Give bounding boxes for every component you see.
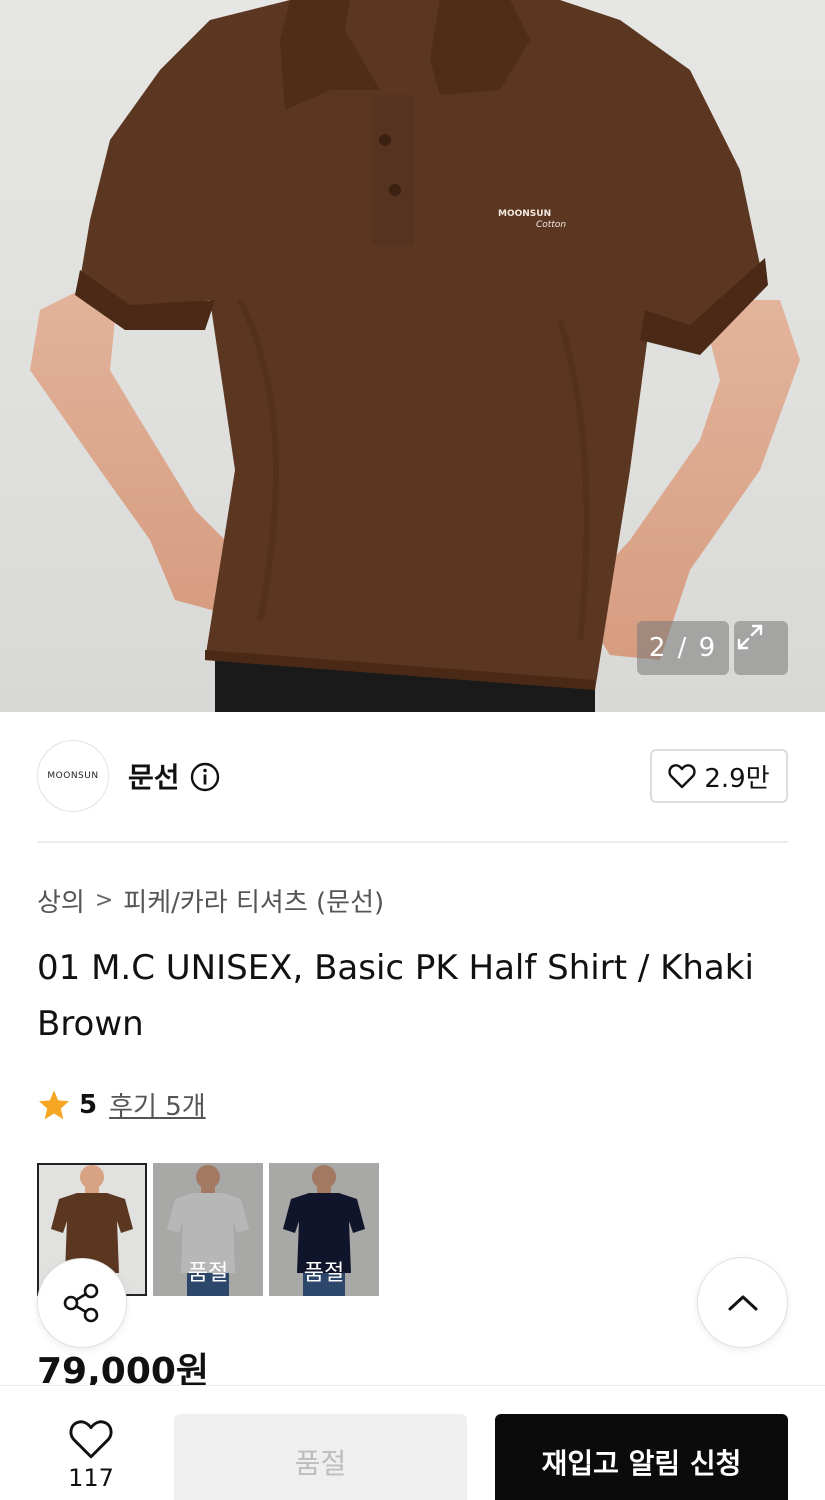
breadcrumb-category[interactable]: 상의	[37, 882, 85, 919]
share-icon	[63, 1283, 99, 1323]
color-option-white[interactable]: 품절	[153, 1163, 263, 1296]
sold-out-button: 품절	[174, 1414, 467, 1500]
reviews-link[interactable]: 후기 5개	[109, 1086, 206, 1123]
expand-arrows-icon	[737, 624, 763, 650]
rating-score: 5	[79, 1089, 98, 1120]
product-title: 01 M.C UNISEX, Basic PK Half Shirt / Kha…	[37, 948, 754, 1044]
brand-like-button[interactable]: 2.9만	[650, 749, 788, 803]
divider	[37, 841, 788, 843]
chevron-up-icon	[728, 1295, 757, 1310]
shirt-logo-line: MOONSUN	[498, 209, 552, 219]
bottom-action-bar: 117 품절 재입고 알림 신청	[0, 1385, 825, 1500]
wishlist-count: 117	[68, 1464, 114, 1492]
color-option-navy[interactable]: 품절	[269, 1163, 379, 1296]
info-icon[interactable]	[190, 762, 220, 792]
share-button[interactable]	[37, 1258, 127, 1348]
sold-out-label: 품절	[303, 1261, 345, 1286]
heart-outline-icon	[668, 764, 696, 789]
rating: 5 후기 5개	[37, 1086, 206, 1123]
shirt-logo: MOONSUN Cotton	[498, 209, 566, 231]
breadcrumb: 상의 > 피케/카라 티셔츠 (문선)	[37, 882, 384, 919]
brand-row: MOONSUN 문선 2.9만	[37, 740, 788, 812]
brand-logo-text: MOONSUN	[47, 771, 99, 781]
shirt-logo-line: Cotton	[536, 220, 567, 230]
heart-outline-icon	[69, 1420, 113, 1459]
product-image[interactable]: MOONSUN Cotton 2 / 9	[0, 0, 825, 712]
restock-alert-button[interactable]: 재입고 알림 신청	[495, 1414, 788, 1500]
image-counter: 2 / 9	[637, 621, 729, 675]
brand-logo[interactable]: MOONSUN	[37, 740, 109, 812]
wishlist-button[interactable]: 117	[48, 1418, 134, 1498]
product-photo	[30, 0, 800, 712]
scroll-top-button[interactable]	[697, 1257, 788, 1348]
breadcrumb-subcategory[interactable]: 피케/카라 티셔츠 (문선)	[123, 882, 384, 919]
sold-out-label: 품절	[187, 1261, 229, 1286]
star-icon	[38, 1089, 70, 1119]
breadcrumb-separator: >	[94, 888, 114, 913]
brand-name[interactable]: 문선	[128, 756, 180, 796]
brand-like-count: 2.9만	[704, 763, 770, 794]
expand-button[interactable]	[734, 621, 788, 675]
